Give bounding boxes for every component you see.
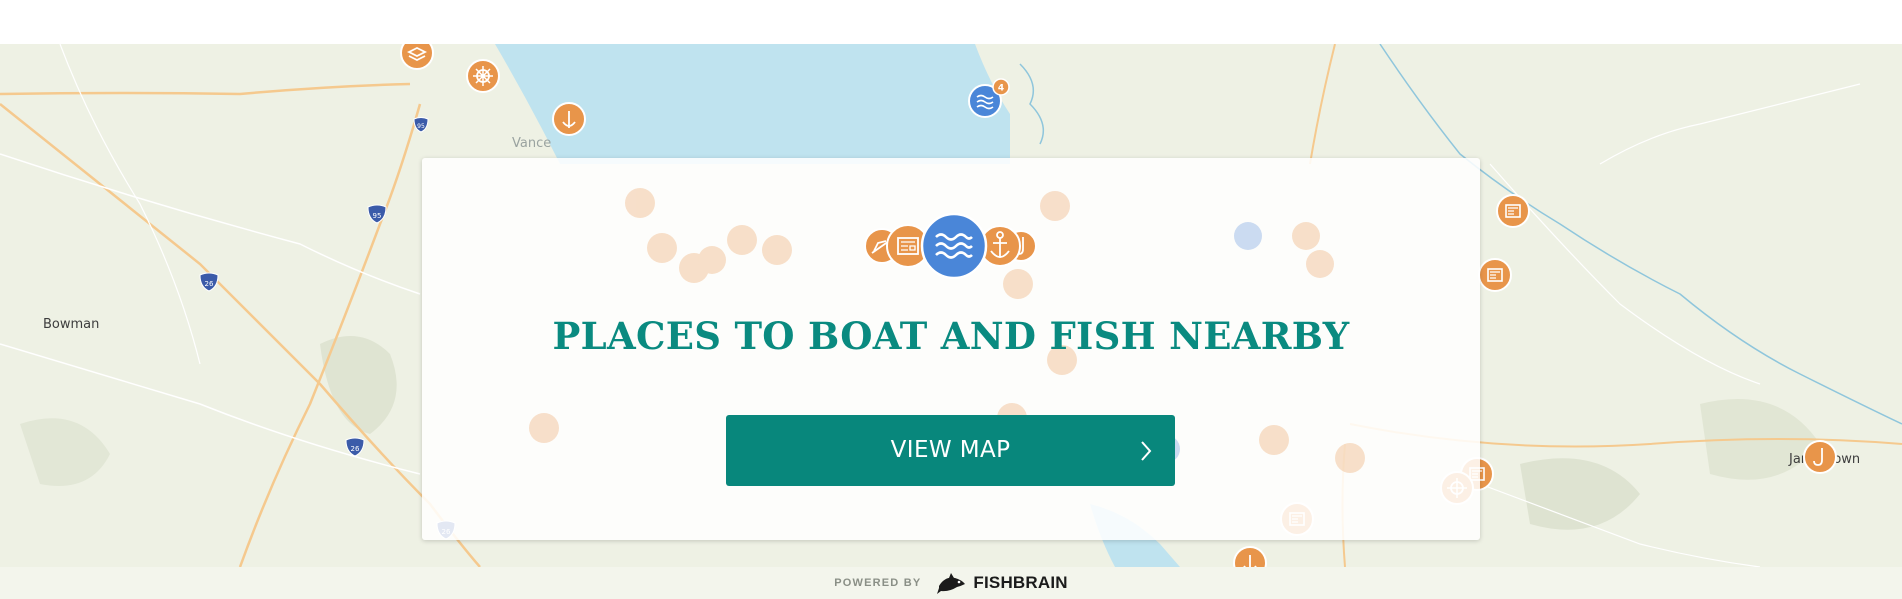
interstate-shield: 95	[413, 117, 429, 133]
interstate-shield: 26	[345, 437, 365, 457]
svg-text:26: 26	[205, 280, 214, 288]
svg-text:95: 95	[373, 212, 382, 220]
news-marker-icon[interactable]	[1478, 258, 1512, 292]
town-label-vance: Vance	[512, 136, 552, 151]
waves-icon	[920, 212, 988, 280]
anchor-marker-icon[interactable]	[552, 102, 586, 136]
top-strip	[0, 0, 1902, 44]
fishbrain-fish-icon	[937, 573, 966, 594]
header-icon-cluster	[856, 212, 1046, 280]
fishbrain-brand-link[interactable]: FISHBRAIN	[935, 572, 1068, 594]
svg-text:4: 4	[998, 84, 1004, 94]
footer: POWERED BY FISHBRAIN	[0, 567, 1902, 599]
interstate-shield: 26	[199, 272, 219, 292]
svg-text:26: 26	[351, 445, 360, 453]
svg-text:95: 95	[417, 123, 425, 130]
view-map-label: VIEW MAP	[890, 437, 1011, 463]
card-title: PLACES TO BOAT AND FISH NEARBY	[552, 314, 1350, 358]
powered-by-label: POWERED BY	[834, 577, 922, 589]
anchor-marker-icon[interactable]	[1233, 546, 1267, 567]
fishbrain-brand-name: FISHBRAIN	[973, 573, 1068, 592]
fishing-hook-marker-icon[interactable]	[1803, 440, 1837, 474]
view-map-button[interactable]: VIEW MAP	[726, 415, 1175, 486]
town-label-bowman: Bowman	[43, 317, 100, 332]
interstate-shield: 95	[367, 204, 387, 224]
chevron-right-icon	[1141, 441, 1152, 461]
map-background[interactable]: 95 95 26 26 26 Bowman Vance Jamestown 4	[0, 44, 1902, 567]
news-marker-icon[interactable]	[1496, 194, 1530, 228]
places-card: PLACES TO BOAT AND FISH NEARBY VIEW MAP	[422, 158, 1480, 540]
helm-marker-icon[interactable]	[466, 59, 500, 93]
header-icons	[864, 212, 1037, 280]
layers-marker-icon[interactable]	[400, 44, 434, 70]
cluster-count-badge: 4	[992, 78, 1010, 96]
